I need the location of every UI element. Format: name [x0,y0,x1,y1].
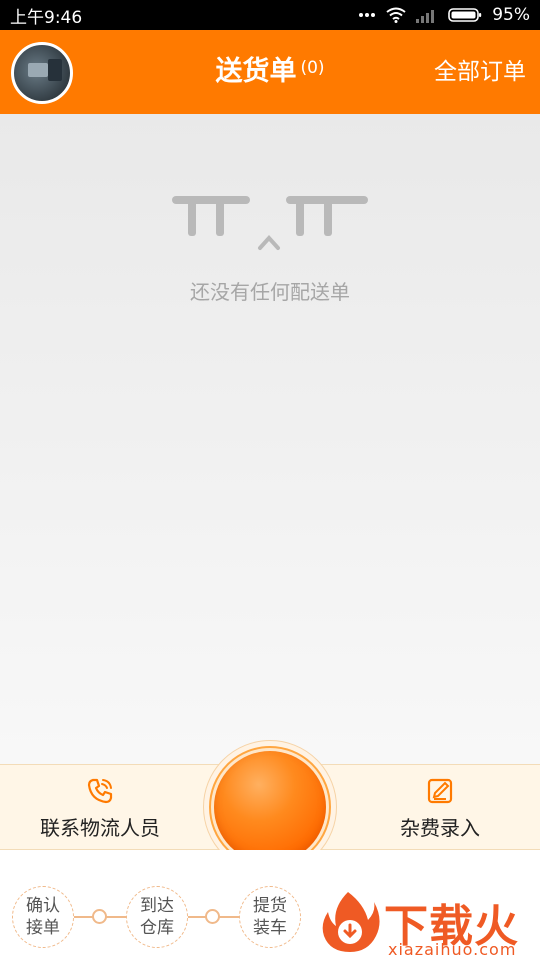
step-connector-dot [92,909,107,924]
crying-face-icon [172,196,368,250]
step-progress-bar: 确认 接单 到达 仓库 提货 装车 下载火 xiazaihuo.com [0,850,540,960]
all-orders-button[interactable]: 全部订单 [434,56,526,88]
main-action-core [214,751,326,863]
step-label-line1: 确认 [26,896,60,916]
order-count: (0) [300,58,325,78]
step-label-line1: 到达 [140,896,174,916]
edit-note-icon [427,778,453,803]
step-confirm-order[interactable]: 确认 接单 [12,886,74,948]
contact-logistics-button[interactable]: 联系物流人员 [0,765,200,851]
step-label-line2: 装车 [253,918,287,938]
step-label-line1: 提货 [253,896,287,916]
order-list-area: 还没有任何配送单 [0,114,540,764]
battery-percent: 95% [492,5,530,25]
watermark-logo: 下载火 xiazaihuo.com [318,886,540,960]
contact-logistics-label: 联系物流人员 [40,815,160,840]
app-header: 送货单 (0) 全部订单 [0,30,540,114]
status-bar: 上午9:46 95% [0,0,540,30]
signal-icon [416,10,435,23]
step-label-line2: 接单 [26,918,60,938]
watermark-subtext: xiazaihuo.com [388,940,517,959]
step-arrive-warehouse[interactable]: 到达 仓库 [126,886,188,948]
step-pickup-load[interactable]: 提货 装车 [239,886,301,948]
phone-icon [87,778,113,803]
status-icons: 95% [358,5,530,25]
battery-icon [448,8,482,22]
status-time: 上午9:46 [10,7,83,28]
step-connector-dot [205,909,220,924]
flame-logo-icon [322,892,380,952]
step-label-line2: 仓库 [140,918,174,938]
expense-entry-button[interactable]: 杂费录入 [340,765,540,851]
page-title: 送货单 [215,56,297,87]
wifi-icon [386,7,406,23]
expense-entry-label: 杂费录入 [400,815,480,840]
more-dots-icon [359,13,376,17]
empty-state-text: 还没有任何配送单 [190,280,350,304]
